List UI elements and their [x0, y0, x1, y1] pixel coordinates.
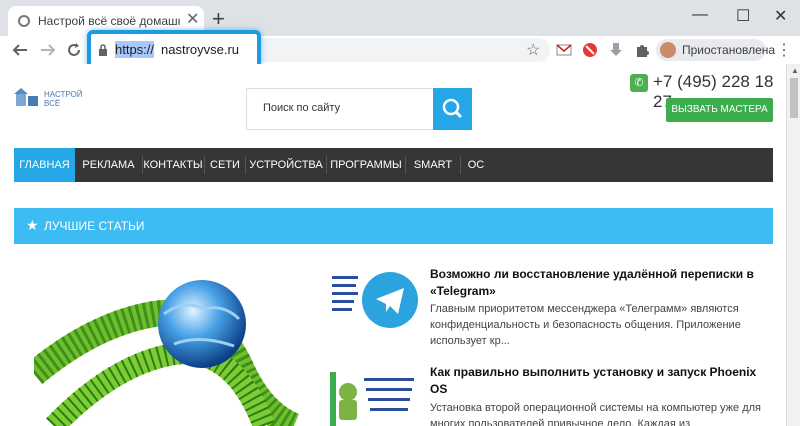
block-extension-icon[interactable]: [582, 42, 598, 58]
article-title[interactable]: Как правильно выполнить установку и запу…: [430, 364, 770, 398]
minimize-button[interactable]: —: [692, 6, 708, 24]
logo-text-line1: НАСТРОЙ: [44, 90, 83, 99]
page-scrollbar[interactable]: ▲: [786, 64, 800, 426]
arrow-right-icon[interactable]: [40, 43, 56, 57]
main-navigation: ГЛАВНАЯ РЕКЛАМА КОНТАКТЫ СЕТИ УСТРОЙСТВА…: [14, 148, 773, 205]
new-tab-button[interactable]: +: [212, 8, 225, 30]
lock-icon[interactable]: [98, 44, 108, 56]
gmail-extension-icon[interactable]: [556, 42, 572, 58]
profile-button[interactable]: Приостановлена: [656, 39, 775, 61]
nav-item-networks[interactable]: СЕТИ: [205, 148, 245, 182]
tab-close-icon[interactable]: ✕: [186, 11, 199, 29]
bookmark-star-icon[interactable]: ☆: [526, 40, 540, 60]
best-articles-header: ★ ЛУЧШИЕ СТАТЬИ: [14, 208, 773, 244]
scrollbar-thumb[interactable]: [790, 78, 798, 118]
star-icon: ★: [26, 217, 39, 233]
nav-item-ads[interactable]: РЕКЛАМА: [75, 148, 142, 182]
nav-item-programs[interactable]: ПРОГРАММЫ: [327, 148, 405, 182]
url-protocol[interactable]: https://: [115, 41, 155, 58]
download-extension-icon[interactable]: [608, 42, 624, 58]
web-page: НАСТРОЙ ВСЁ Поиск по сайту ✆ +7 (495) 22…: [0, 64, 786, 426]
nav-item-main[interactable]: ГЛАВНАЯ: [14, 148, 75, 182]
article-excerpt: Установка второй операционной системы на…: [430, 402, 761, 426]
nav-item-devices[interactable]: УСТРОЙСТВА: [246, 148, 326, 182]
scroll-up-arrow-icon[interactable]: ▲: [791, 66, 799, 75]
telegram-article-thumbnail[interactable]: [330, 266, 418, 334]
profile-status: Приостановлена: [682, 43, 776, 57]
search-placeholder: Поиск по сайту: [263, 102, 341, 114]
call-master-button[interactable]: ВЫЗВАТЬ МАСТЕРА: [666, 98, 773, 122]
maximize-button[interactable]: ☐: [736, 6, 750, 26]
phone-icon: ✆: [630, 74, 648, 92]
gear-favicon-icon: [18, 15, 30, 27]
avatar: [660, 42, 676, 58]
url-host[interactable]: nastroyvse.ru: [161, 42, 239, 57]
phoenix-os-article-thumbnail[interactable]: [330, 366, 418, 426]
search-icon: [442, 98, 463, 119]
article-excerpt: Главным приоритетом мессенджера «Телегра…: [430, 303, 741, 347]
nav-item-os[interactable]: ОС: [461, 148, 491, 182]
arrow-left-icon[interactable]: [12, 43, 28, 57]
logo-icon: [14, 88, 38, 106]
nav-item-smart-tv[interactable]: SMART TV: [406, 148, 460, 205]
close-window-button[interactable]: ✕: [774, 6, 787, 26]
puzzle-extensions-icon[interactable]: [634, 42, 650, 58]
address-bar-background[interactable]: [260, 38, 550, 62]
site-search-button[interactable]: [433, 88, 472, 130]
nav-item-contacts[interactable]: КОНТАКТЫ: [143, 148, 203, 182]
best-articles-title: ЛУЧШИЕ СТАТЬИ: [44, 219, 145, 233]
logo-text-line2: ВСЁ: [44, 99, 61, 108]
tab-title: Настрой всё своё домашнее об: [38, 14, 180, 28]
site-logo[interactable]: НАСТРОЙ ВСЁ: [14, 88, 82, 114]
browser-menu-icon[interactable]: ⋮: [776, 40, 792, 60]
reload-icon[interactable]: [66, 42, 82, 58]
article-title[interactable]: Возможно ли восстановление удалённой пер…: [430, 266, 770, 300]
hero-globe-image[interactable]: [34, 254, 318, 426]
